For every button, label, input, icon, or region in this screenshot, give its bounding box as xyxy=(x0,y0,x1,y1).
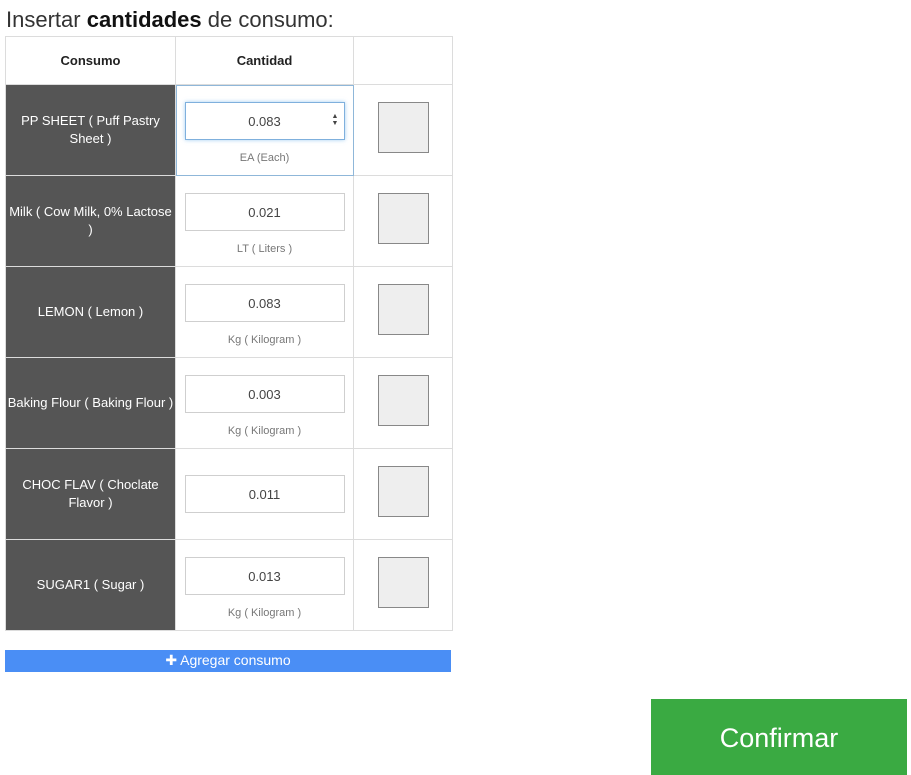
row-checkbox[interactable] xyxy=(377,375,429,426)
header-consumo: Consumo xyxy=(5,36,176,85)
consumo-name: Baking Flour ( Baking Flour ) xyxy=(5,357,176,449)
quantity-input[interactable] xyxy=(184,284,345,322)
row-checkbox[interactable] xyxy=(377,102,429,153)
quantity-input[interactable] xyxy=(184,193,345,231)
consumo-name: LEMON ( Lemon ) xyxy=(5,266,176,358)
page-title: Insertar cantidades de consumo: xyxy=(6,6,334,34)
confirm-button[interactable]: Confirmar xyxy=(651,699,907,775)
checkbox-cell xyxy=(353,266,453,358)
quantity-cell: Kg ( Kilogram ) xyxy=(175,266,354,358)
quantity-input[interactable] xyxy=(184,375,345,413)
quantity-cell xyxy=(175,448,354,540)
quantity-cell: LT ( Liters ) xyxy=(175,175,354,267)
unit-label: Kg ( Kilogram ) xyxy=(227,425,302,437)
checkbox-cell xyxy=(353,539,453,631)
quantity-cell: ▲▼ EA (Each) xyxy=(175,84,354,176)
title-bold: cantidades xyxy=(86,7,202,32)
row-checkbox[interactable] xyxy=(377,466,429,517)
add-consumo-button[interactable]: ✚ Agregar consumo xyxy=(5,650,451,672)
number-stepper-icon[interactable]: ▲ ▼ xyxy=(330,113,340,129)
row-checkbox[interactable] xyxy=(377,284,429,335)
quantity-input[interactable] xyxy=(184,102,345,140)
consumo-name: CHOC FLAV ( Choclate Flavor ) xyxy=(5,448,176,540)
row-checkbox[interactable] xyxy=(377,193,429,244)
consumo-name: SUGAR1 ( Sugar ) xyxy=(5,539,176,631)
consumo-name: Milk ( Cow Milk, 0% Lactose ) xyxy=(5,175,176,267)
quantity-cell: Kg ( Kilogram ) xyxy=(175,357,354,449)
quantity-input[interactable] xyxy=(184,475,345,513)
unit-label: LT ( Liters ) xyxy=(236,243,293,255)
table-header-row: Consumo Cantidad xyxy=(5,36,453,85)
unit-label: Kg ( Kilogram ) xyxy=(227,607,302,619)
quantity-cell: Kg ( Kilogram ) xyxy=(175,539,354,631)
consumption-table: Consumo Cantidad PP SHEET ( Puff Pastry … xyxy=(5,36,453,631)
table-row: PP SHEET ( Puff Pastry Sheet ) ▲▼ EA (Ea… xyxy=(5,84,453,176)
plus-icon: ✚ xyxy=(165,652,178,668)
unit-label: Kg ( Kilogram ) xyxy=(227,334,302,346)
checkbox-cell xyxy=(353,357,453,449)
checkbox-cell xyxy=(353,448,453,540)
unit-label: EA (Each) xyxy=(239,152,290,164)
title-suffix: de consumo: xyxy=(207,7,334,32)
title-prefix: Insertar xyxy=(6,7,81,32)
consumo-name: PP SHEET ( Puff Pastry Sheet ) xyxy=(5,84,176,176)
checkbox-cell xyxy=(353,84,453,176)
quantity-input[interactable] xyxy=(184,557,345,595)
header-cantidad: Cantidad xyxy=(175,36,354,85)
header-empty xyxy=(353,36,453,85)
checkbox-cell xyxy=(353,175,453,267)
consumption-page: Insertar cantidades de consumo: Consumo … xyxy=(0,0,911,775)
table-row: CHOC FLAV ( Choclate Flavor ) xyxy=(5,448,453,540)
table-row: Milk ( Cow Milk, 0% Lactose ) LT ( Liter… xyxy=(5,175,453,267)
add-consumo-label: Agregar consumo xyxy=(180,652,291,668)
row-checkbox[interactable] xyxy=(377,557,429,608)
table-row: SUGAR1 ( Sugar ) Kg ( Kilogram ) xyxy=(5,539,453,631)
table-row: LEMON ( Lemon ) Kg ( Kilogram ) xyxy=(5,266,453,358)
table-row: Baking Flour ( Baking Flour ) Kg ( Kilog… xyxy=(5,357,453,449)
